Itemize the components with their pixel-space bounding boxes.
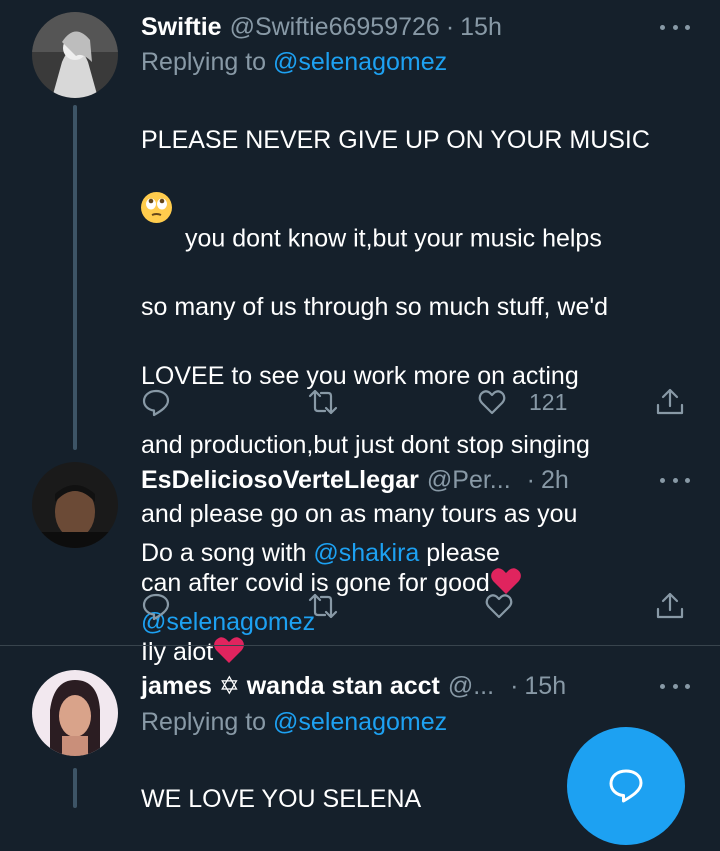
timestamp[interactable]: 15h	[524, 672, 566, 701]
mention-link[interactable]: @shakira	[313, 539, 419, 567]
more-icon[interactable]	[660, 671, 690, 701]
share-button[interactable]	[655, 382, 685, 422]
more-icon[interactable]	[660, 465, 690, 495]
mention-link[interactable]: @selenagomez	[273, 48, 447, 76]
separator-dot: ·	[510, 671, 519, 700]
tweet-actions: 121	[0, 382, 720, 422]
tweet-header: Swiftie @Swiftie66959726 · 15h	[141, 10, 502, 44]
display-name[interactable]: Swiftie	[141, 13, 222, 42]
avatar[interactable]	[32, 12, 118, 98]
like-icon	[478, 390, 506, 415]
like-button[interactable]: 121	[477, 382, 567, 422]
display-name[interactable]: james ✡ wanda stan acct	[141, 671, 440, 701]
timestamp[interactable]: 2h	[541, 466, 569, 495]
separator-dot: ·	[526, 465, 535, 494]
tweet-actions	[0, 586, 720, 626]
rolling-eyes-emoji-icon	[141, 191, 172, 223]
tweet-header: james ✡ wanda stan acct @... · 15h	[141, 669, 566, 703]
tweet-header: EsDeliciosoVerteLlegar @Per... · 2h	[141, 463, 569, 497]
compose-button[interactable]	[567, 727, 685, 845]
reply-button[interactable]	[141, 586, 171, 626]
tweet-1[interactable]: Swiftie @Swiftie66959726 · 15h Replying …	[0, 0, 720, 666]
text-line: PLEASE NEVER GIVE UP ON YOUR MUSIC	[141, 125, 650, 154]
retweet-button[interactable]	[306, 586, 340, 626]
separator-dot: ·	[445, 12, 455, 41]
text-segment: please	[419, 538, 500, 567]
text-line: so many of us through so much stuff, we'…	[141, 293, 609, 321]
compose-icon	[609, 769, 643, 803]
avatar[interactable]	[32, 462, 118, 548]
text-segment: Do a song with	[141, 538, 314, 567]
share-icon	[656, 388, 684, 415]
replying-to: Replying to @selenagomez	[141, 708, 447, 737]
text-segment: you dont know it,but your music helps	[178, 224, 602, 252]
retweet-icon	[308, 389, 338, 415]
username[interactable]: @...	[448, 672, 494, 701]
username[interactable]: @Per...	[427, 466, 511, 495]
reply-icon	[142, 593, 170, 621]
replying-prefix: Replying to	[141, 48, 274, 76]
retweet-button[interactable]	[306, 382, 340, 422]
tweet-2[interactable]: EsDeliciosoVerteLlegar @Per... · 2h Do a…	[0, 440, 720, 645]
avatar[interactable]	[32, 670, 118, 756]
share-icon	[656, 592, 684, 619]
more-icon[interactable]	[660, 12, 690, 42]
thread-line	[73, 768, 77, 808]
replying-prefix: Replying to	[141, 708, 274, 736]
share-button[interactable]	[655, 586, 685, 626]
retweet-icon	[308, 593, 338, 619]
text-line: you dont know it,but your music helps	[141, 191, 701, 256]
reply-icon	[142, 389, 170, 417]
username[interactable]: @Swiftie66959726	[230, 13, 440, 42]
display-name[interactable]: EsDeliciosoVerteLlegar	[141, 466, 419, 495]
text-line: Do a song with @shakira please	[141, 536, 701, 571]
mention-link[interactable]: @selenagomez	[273, 708, 447, 736]
reply-button[interactable]	[141, 382, 171, 422]
like-button[interactable]	[484, 586, 514, 626]
replying-to: Replying to @selenagomez	[141, 48, 447, 77]
timestamp[interactable]: 15h	[460, 13, 502, 42]
like-icon	[485, 594, 513, 619]
like-count: 121	[529, 388, 568, 415]
